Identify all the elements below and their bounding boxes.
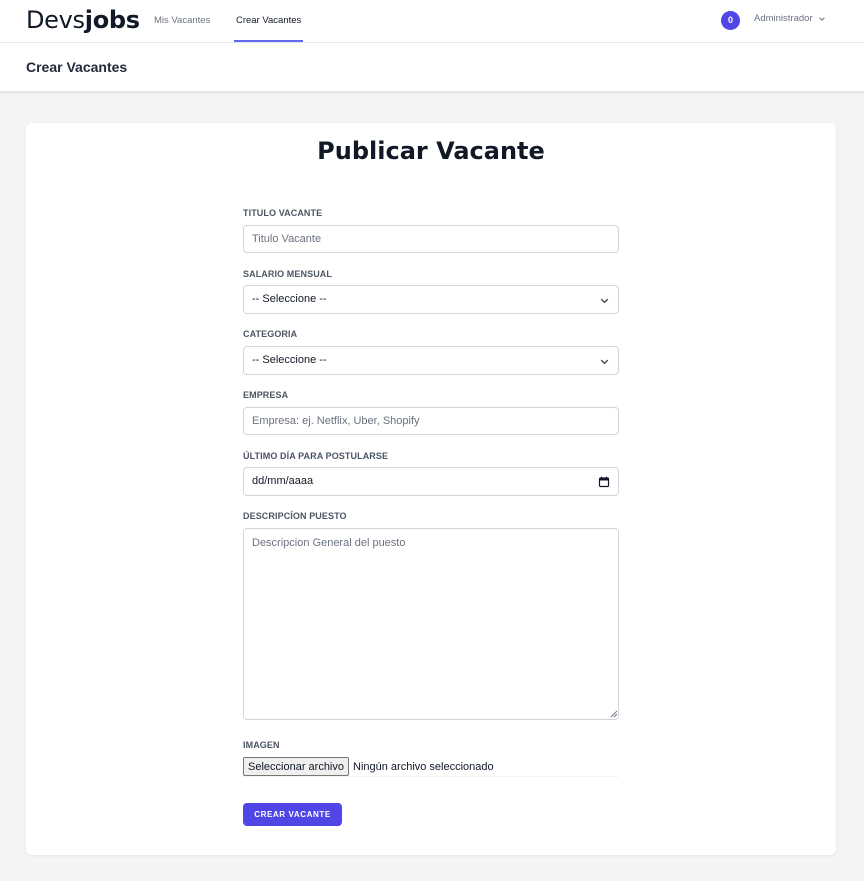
form-title: Publicar Vacante	[317, 137, 545, 165]
imagen-label: Imagen	[243, 740, 280, 750]
descripcion-textarea[interactable]	[243, 528, 619, 720]
imagen-file-input: Seleccionar archivo Ningún archivo selec…	[243, 757, 619, 777]
resize-handle-icon[interactable]	[610, 710, 618, 718]
descripcion-label: Descripcíon Puesto	[243, 511, 347, 521]
titulo-vacante-label: Titulo Vacante	[243, 208, 323, 218]
titulo-vacante-input[interactable]	[243, 225, 619, 253]
calendar-icon[interactable]	[598, 476, 610, 488]
categoria-select[interactable]: -- Seleccione --	[243, 346, 619, 375]
crear-vacante-button[interactable]: CREAR VACANTE	[243, 803, 342, 826]
notification-badge[interactable]: 0	[721, 11, 740, 30]
date-value: dd/mm/aaaa	[252, 475, 314, 487]
form-card: Publicar Vacante Titulo Vacante Salario …	[26, 123, 836, 855]
empresa-label: Empresa	[243, 390, 289, 400]
select-file-button[interactable]: Seleccionar archivo	[243, 757, 349, 776]
chevron-down-icon	[818, 16, 825, 21]
salario-mensual-label: Salario Mensual	[243, 269, 332, 279]
categoria-selected-value: -- Seleccione --	[252, 354, 327, 366]
chevron-down-icon	[600, 359, 609, 365]
page-title: Crear Vacantes	[26, 59, 128, 75]
page-header: Crear Vacantes	[0, 43, 864, 92]
user-menu[interactable]: Administrador	[754, 13, 826, 24]
ultimo-dia-date-input[interactable]: dd/mm/aaaa	[243, 467, 619, 496]
top-navbar: Devsjobs Mis Vacantes Crear Vacantes 0 A…	[0, 0, 864, 43]
nav-link-mis-vacantes[interactable]: Mis Vacantes	[154, 0, 210, 42]
user-name: Administrador	[754, 13, 813, 24]
nav-link-crear-vacantes[interactable]: Crear Vacantes	[234, 0, 304, 42]
app-logo[interactable]: Devsjobs	[26, 6, 140, 34]
logo-text-jobs: jobs	[84, 6, 140, 34]
salario-selected-value: -- Seleccione --	[252, 293, 327, 305]
ultimo-dia-label: Último Día para Postularse	[243, 451, 389, 461]
logo-text-devs: Devs	[26, 6, 85, 34]
chevron-down-icon	[600, 298, 609, 304]
empresa-input[interactable]	[243, 407, 619, 435]
file-status-text: Ningún archivo seleccionado	[353, 760, 494, 773]
salario-mensual-select[interactable]: -- Seleccione --	[243, 285, 619, 314]
categoria-label: Categoria	[243, 329, 298, 339]
